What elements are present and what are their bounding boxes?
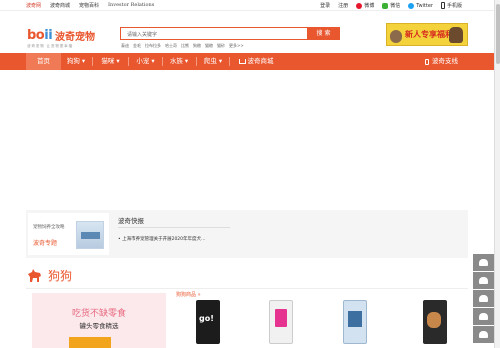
nav-right-link[interactable]: 波奇支线 (425, 53, 458, 70)
scrollbar-thumb[interactable] (496, 4, 500, 64)
side-toolbar (473, 254, 494, 344)
weibo-label: 微博 (364, 3, 375, 9)
hotword[interactable]: 猫粮 (205, 43, 213, 49)
product-image (423, 300, 447, 344)
page-scrollbar[interactable] (494, 0, 500, 348)
hotword[interactable]: 泰迪 (121, 43, 129, 49)
side-small-pet-button[interactable] (473, 290, 494, 307)
product-card[interactable] (338, 300, 376, 346)
nav-reptiles-label: 爬虫 (203, 57, 217, 65)
product-image (196, 300, 220, 344)
banner-subtitle: 罐头零食精选 (79, 322, 119, 330)
search-input[interactable]: 请输入关键字 (127, 31, 157, 38)
hotword[interactable]: 哈士奇 (165, 43, 177, 49)
banner-button[interactable] (69, 337, 111, 348)
banner-title: 吃货不缺零食 (71, 309, 126, 319)
search-box: 请输入关键字 搜 索 (120, 27, 340, 40)
hotword[interactable]: 比熊 (181, 43, 189, 49)
top-links: 波奇网 波奇商城 宠物百科 Investor Relations (26, 2, 154, 9)
nav-divider (229, 57, 230, 66)
dog-icon (28, 269, 41, 282)
hotword[interactable]: 金毛 (133, 43, 141, 49)
twitter-label: Twitter (416, 2, 433, 9)
nav-right-label: 波奇支线 (432, 57, 458, 65)
news-strip: 宠物饲养全攻略 波奇专题 波奇快报 • 上海市养宠管理关于开展2020年年度犬.… (26, 210, 468, 258)
product-card[interactable] (418, 300, 456, 346)
hotword[interactable]: 狗粮 (193, 43, 201, 49)
cart-icon (238, 58, 246, 64)
hotword[interactable]: 拉布拉多 (145, 43, 161, 49)
nav-cats[interactable]: 猫咪 ▾ (93, 53, 128, 70)
main-nav: 首页 狗狗 ▾ 猫咪 ▾ 小宠 ▾ 水族 ▾ 爬虫 ▾ 波奇商城 波奇支线 (0, 53, 494, 70)
section-divider (26, 288, 468, 289)
top-link-mall[interactable]: 波奇商城 (50, 2, 70, 9)
hot-keywords: 泰迪 金毛 拉布拉多 哈士奇 比熊 狗粮 猫粮 猫砂 更多>> (121, 43, 244, 49)
product-image (269, 300, 293, 344)
top-link-encyclopedia[interactable]: 宠物百科 (79, 2, 99, 9)
nav-mall[interactable]: 波奇商城 (232, 53, 280, 70)
nav-dogs[interactable]: 狗狗 ▾ (61, 53, 91, 70)
weibo-link[interactable]: 微博 (356, 2, 374, 9)
product-card[interactable] (264, 300, 302, 346)
site-logo[interactable]: boii 波奇宠物 波奇宠物 让宠物更幸福 (27, 28, 107, 50)
product-thumbnail (76, 221, 104, 249)
product-card[interactable] (191, 300, 229, 346)
dog-section-header: 狗狗 (26, 263, 72, 287)
news-item[interactable]: • 上海市养宠管理关于开展2020年年度犬... (118, 236, 205, 242)
topic-caption: 宠物饲养全攻略 (33, 225, 65, 230)
nav-cats-label: 猫咪 (101, 57, 115, 65)
section-title: 狗狗 (48, 268, 73, 283)
nav-mall-label: 波奇商城 (247, 57, 274, 65)
product-image (343, 300, 367, 344)
promo-banner[interactable]: 新人专享福利 (386, 23, 468, 46)
mobile-link[interactable]: 手机版 (440, 2, 462, 9)
mobile-label: 手机版 (446, 3, 462, 9)
phone-icon (440, 2, 445, 9)
nav-aquarium[interactable]: 水族 ▾ (163, 53, 195, 70)
top-bar: 波奇网 波奇商城 宠物百科 Investor Relations 登录 注册 微… (0, 0, 494, 11)
side-reptile-button[interactable] (473, 326, 494, 343)
side-cat-button[interactable] (473, 272, 494, 289)
nav-dogs-label: 狗狗 (66, 57, 80, 65)
wechat-link[interactable]: 微信 (382, 2, 400, 9)
topic-title: 波奇专题 (33, 240, 58, 247)
top-link-boqii[interactable]: 波奇网 (26, 2, 41, 9)
topic-tile[interactable]: 宠物饲养全攻略 波奇专题 (28, 213, 109, 255)
logo-name: 波奇宠物 (55, 32, 95, 43)
hotword-more[interactable]: 更多>> (229, 43, 244, 49)
top-link-investor[interactable]: Investor Relations (108, 2, 154, 9)
side-dog-button[interactable] (473, 254, 494, 271)
snack-banner[interactable]: 吃货不缺零食 罐头零食精选 (32, 293, 166, 348)
register-link[interactable]: 注册 (338, 2, 348, 9)
phone-icon (425, 58, 429, 65)
top-right: 登录 注册 微博 微信 Twitter 手机版 (320, 2, 462, 9)
twitter-link[interactable]: Twitter (408, 2, 433, 9)
twitter-icon (408, 2, 415, 9)
news-heading: 波奇快报 (118, 217, 144, 225)
search-button[interactable]: 搜 索 (307, 27, 340, 40)
wechat-icon (382, 2, 389, 9)
side-aquarium-button[interactable] (473, 308, 494, 325)
news-divider (118, 227, 230, 228)
nav-small-pets[interactable]: 小宠 ▾ (129, 53, 162, 70)
hotword[interactable]: 猫砂 (217, 43, 225, 49)
nav-reptiles[interactable]: 爬虫 ▾ (197, 53, 229, 70)
login-link[interactable]: 登录 (320, 2, 330, 9)
cat-illustration (390, 30, 402, 43)
nav-home[interactable]: 首页 (26, 53, 61, 70)
hot-products-link[interactable]: 狗狗商品 » (176, 291, 201, 298)
nav-small-pets-label: 小宠 (136, 57, 150, 65)
weibo-icon (356, 2, 363, 9)
dog-illustration (449, 27, 463, 43)
nav-aquarium-label: 水族 (169, 57, 183, 65)
promo-text: 新人专享福利 (405, 30, 453, 39)
logo-slogan: 波奇宠物 让宠物更幸福 (27, 44, 73, 48)
wechat-label: 微信 (390, 3, 401, 9)
logo-mark: boii (27, 28, 53, 43)
